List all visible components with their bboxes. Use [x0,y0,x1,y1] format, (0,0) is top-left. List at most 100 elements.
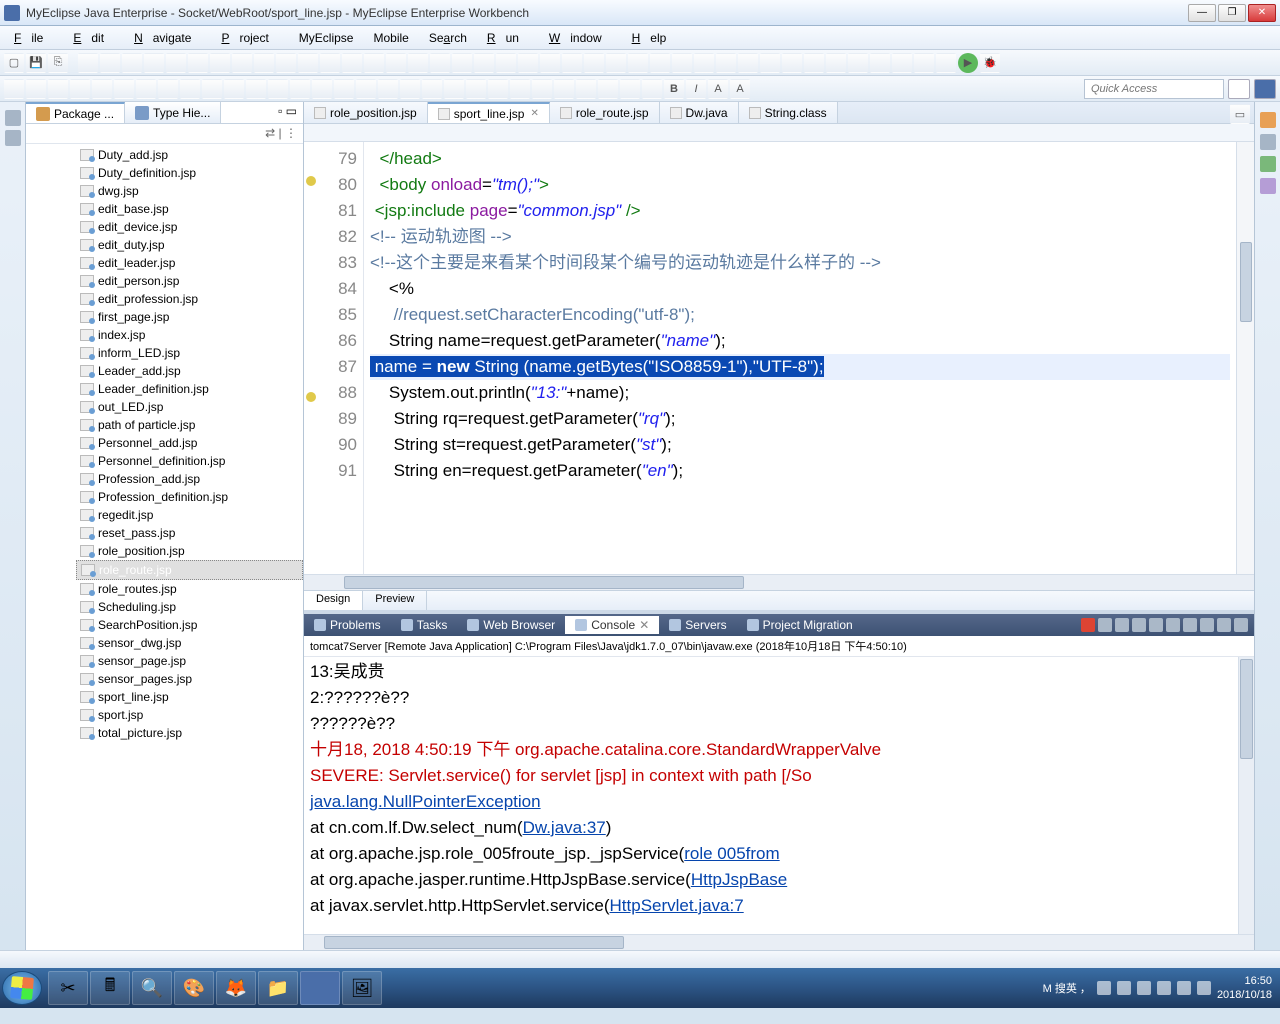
network-icon[interactable] [1197,981,1211,995]
clock[interactable]: 16:50 2018/10/18 [1217,974,1272,1002]
file-item[interactable]: role_position.jsp [76,542,303,560]
scroll-lock-button[interactable] [1149,618,1163,632]
file-item[interactable]: Personnel_add.jsp [76,434,303,452]
toolbar-button[interactable] [92,79,112,99]
toolbar-button[interactable] [540,53,560,73]
stack-link[interactable]: HttpServlet.java:7 [610,896,744,915]
taskbar-app[interactable]: ✂ [48,971,88,1005]
tab-package-explorer[interactable]: Package ... [26,102,125,123]
toolbar-button[interactable] [356,79,376,99]
view-menu-icon[interactable]: ▫ ▭ [272,102,303,123]
file-item[interactable]: out_LED.jsp [76,398,303,416]
file-item[interactable]: sensor_page.jsp [76,652,303,670]
toolbar-button[interactable] [290,79,310,99]
toolbar-button[interactable] [532,79,552,99]
toolbar-button[interactable] [48,79,68,99]
close-tab-icon[interactable]: ✕ [530,108,538,119]
toolbar-button[interactable] [188,53,208,73]
toolbar-button[interactable] [510,79,530,99]
view-icon[interactable] [1260,156,1276,172]
taskbar-myeclipse[interactable] [300,971,340,1005]
file-item[interactable]: path of particle.jsp [76,416,303,434]
perspective-myeclipse[interactable] [1254,79,1276,99]
toolbar-button[interactable] [254,53,274,73]
taskbar-paint[interactable]: 🎨 [174,971,214,1005]
toolbar-button[interactable] [452,53,472,73]
remove-all-button[interactable] [1115,618,1129,632]
editor-tab[interactable]: role_route.jsp [550,102,660,123]
quick-access-input[interactable] [1084,79,1224,99]
volume-icon[interactable] [1177,981,1191,995]
explorer-controls[interactable]: ⇄ | ⋮ [26,124,303,144]
menu-help[interactable]: Help [622,29,687,47]
toolbar-button[interactable] [422,79,442,99]
tab-preview[interactable]: Preview [363,591,427,610]
toolbar-button[interactable] [628,53,648,73]
bottom-tab-project-migration[interactable]: Project Migration [737,616,863,634]
junit-icon[interactable] [1260,178,1276,194]
toolbar-button[interactable] [224,79,244,99]
toolbar-button[interactable] [598,79,618,99]
file-item[interactable]: edit_device.jsp [76,218,303,236]
toolbar-button[interactable] [78,53,98,73]
stack-link[interactable]: Dw.java:37 [523,818,606,837]
menu-edit[interactable]: Edit [63,29,124,47]
toolbar-button[interactable] [232,53,252,73]
toolbar-button[interactable] [100,53,120,73]
file-item[interactable]: first_page.jsp [76,308,303,326]
file-item[interactable]: index.jsp [76,326,303,344]
toolbar-button[interactable] [642,79,662,99]
bold-button[interactable]: B [664,79,684,99]
file-item[interactable]: total_picture.jsp [76,724,303,742]
tab-type-hierarchy[interactable]: Type Hie... [125,102,221,123]
minimize-view-icon[interactable] [5,110,21,126]
file-item[interactable]: edit_person.jsp [76,272,303,290]
file-item[interactable]: dwg.jsp [76,182,303,200]
stack-link[interactable]: role 005from [684,844,779,863]
menu-mobile[interactable]: Mobile [363,29,418,47]
toolbar-button[interactable] [672,53,692,73]
view-icon[interactable] [5,130,21,146]
taskbar-calculator[interactable]: 🖩 [90,971,130,1005]
warning-marker-icon[interactable] [306,392,316,402]
toolbar-button[interactable] [870,53,890,73]
toolbar-button[interactable] [914,53,934,73]
file-item[interactable]: regedit.jsp [76,506,303,524]
view-icon[interactable] [1260,134,1276,150]
file-item[interactable]: Leader_definition.jsp [76,380,303,398]
menu-myeclipse[interactable]: MyEclipse [289,29,364,47]
warning-marker-icon[interactable] [306,176,316,186]
file-item[interactable]: Personnel_definition.jsp [76,452,303,470]
toolbar-button[interactable] [122,53,142,73]
toolbar-button[interactable] [180,79,200,99]
toolbar-button[interactable] [760,53,780,73]
toolbar-button[interactable] [576,79,596,99]
toolbar-button[interactable] [694,53,714,73]
file-item[interactable]: edit_base.jsp [76,200,303,218]
code-editor[interactable]: 79808182838485868788899091 </head> <body… [304,142,1254,574]
editor-tab[interactable]: role_position.jsp [304,102,428,123]
toolbar-button[interactable] [848,53,868,73]
remove-launch-button[interactable] [1098,618,1112,632]
menu-search[interactable]: Search [419,29,477,47]
toolbar-button[interactable] [114,79,134,99]
file-item[interactable]: Duty_add.jsp [76,146,303,164]
toolbar-button[interactable] [158,79,178,99]
toolbar-button[interactable] [782,53,802,73]
toolbar-button[interactable] [584,53,604,73]
file-item[interactable]: inform_LED.jsp [76,344,303,362]
file-item[interactable]: sensor_pages.jsp [76,670,303,688]
toolbar-button[interactable] [466,79,486,99]
menu-window[interactable]: Window [539,29,622,47]
file-item[interactable]: role_routes.jsp [76,580,303,598]
file-item[interactable]: edit_leader.jsp [76,254,303,272]
taskbar-images[interactable]: 🖼 [342,971,382,1005]
toolbar-button[interactable] [804,53,824,73]
menu-project[interactable]: Project [211,29,288,47]
debug-button[interactable]: 🐞 [980,53,1000,73]
toolbar-button[interactable] [408,53,428,73]
code-area[interactable]: </head> <body onload="tm();"> <jsp:inclu… [364,142,1236,574]
toolbar-button[interactable] [144,53,164,73]
editor-tab[interactable]: String.class [739,102,838,123]
toolbar-button[interactable] [202,79,222,99]
